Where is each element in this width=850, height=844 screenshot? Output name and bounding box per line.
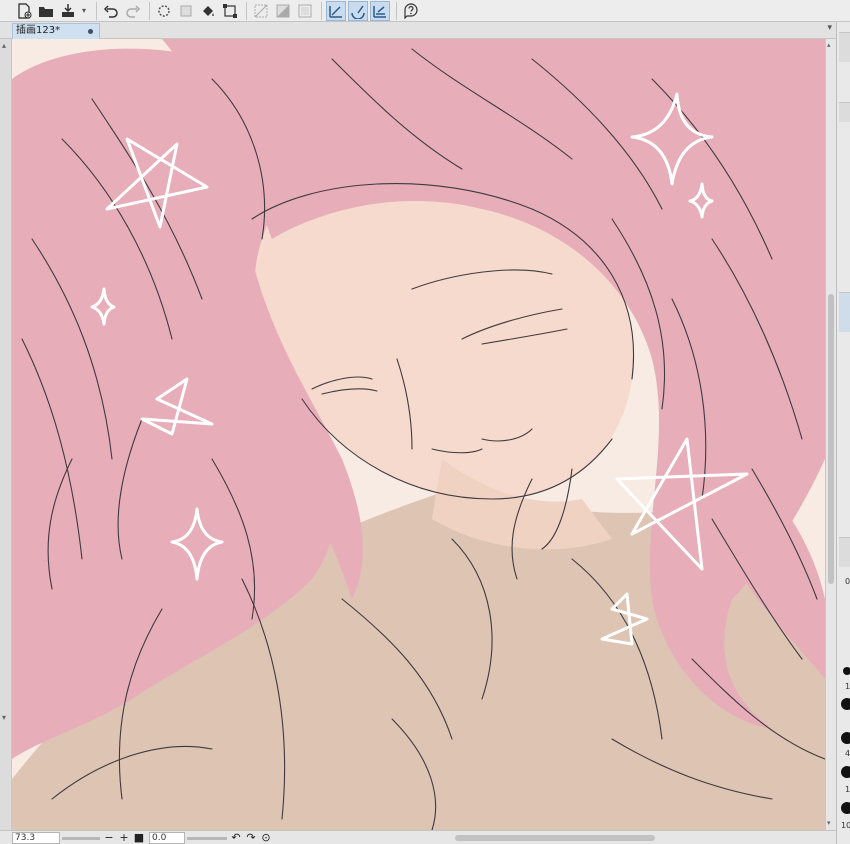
artwork: [12, 39, 825, 830]
ruler-snap-button[interactable]: [326, 0, 346, 21]
fill-button[interactable]: [198, 1, 218, 21]
command-bar: ▾: [0, 0, 850, 22]
canvas-status-bar: 73.3 − + ■ 0.0 ↶ ↷ ⊙: [0, 830, 836, 844]
fill-icon: [203, 5, 214, 16]
document-tab[interactable]: 插画123*: [12, 23, 100, 39]
zoom-slider[interactable]: [62, 833, 100, 843]
brush-size-label: 4: [845, 749, 850, 758]
clear-selection-icon: [158, 4, 170, 17]
transform-button[interactable]: [220, 1, 240, 21]
special-ruler-snap-button[interactable]: [348, 0, 368, 21]
horizontal-scrollbar[interactable]: [295, 833, 825, 843]
rotation-angle-field[interactable]: 0.0: [149, 831, 185, 844]
scroll-up-arrow-icon[interactable]: ▴: [827, 41, 831, 49]
invert-selection-icon: [298, 4, 312, 17]
redo-icon: [126, 4, 141, 18]
grid-snap-icon: [373, 5, 386, 18]
help-button[interactable]: [401, 1, 421, 21]
grid-snap-button[interactable]: [370, 0, 390, 21]
brush-size-dot[interactable]: [841, 698, 850, 710]
brush-size-dot[interactable]: [843, 667, 850, 675]
redo-button[interactable]: [123, 1, 143, 21]
hide-selection-icon: [254, 4, 268, 17]
panel-tab[interactable]: [839, 537, 850, 567]
vertical-scroll-thumb[interactable]: [828, 294, 834, 584]
save-menu-chevron-down-icon[interactable]: ▾: [80, 1, 88, 21]
panel-tab[interactable]: [839, 32, 850, 62]
scroll-up-arrow-icon[interactable]: ▴: [2, 41, 6, 50]
new-file-button[interactable]: [14, 1, 34, 21]
zoom-out-button[interactable]: −: [103, 831, 115, 844]
brush-size-dot[interactable]: [841, 802, 850, 814]
crop-button[interactable]: [176, 1, 196, 21]
save-icon: [62, 3, 74, 17]
brush-size-dot[interactable]: [841, 732, 850, 744]
drawing-canvas[interactable]: [12, 39, 825, 830]
tab-menu-chevron-down-icon[interactable]: ▾: [827, 23, 832, 33]
zoom-level-field[interactable]: 73.3: [12, 831, 60, 844]
select-all-icon: [276, 4, 290, 17]
select-all-button[interactable]: [273, 1, 293, 21]
undo-button[interactable]: [101, 1, 121, 21]
open-folder-icon: [39, 6, 53, 17]
toolbar-divider: [246, 1, 247, 20]
hide-selection-button[interactable]: [251, 1, 271, 21]
invert-selection-button[interactable]: [295, 1, 315, 21]
left-gutter: ▴ ▾: [0, 39, 12, 830]
horizontal-scroll-thumb[interactable]: [455, 835, 655, 841]
open-button[interactable]: [36, 1, 56, 21]
reset-rotation-icon[interactable]: ⊙: [260, 831, 272, 844]
clip-studio-window: ▾ 插画123* ▾ ▴ ▾ ▴ ▾ 0 1 4 1 1 73.3 − + ■ …: [0, 0, 850, 844]
special-ruler-snap-icon: [351, 5, 365, 19]
unsaved-dot-icon: [88, 29, 93, 34]
scroll-down-arrow-icon[interactable]: ▾: [2, 713, 6, 722]
document-tab-title: 插画123*: [16, 25, 61, 36]
ruler-snap-icon: [329, 5, 342, 18]
transform-icon: [223, 3, 237, 18]
brush-size-label: 0: [845, 577, 850, 586]
toolbar-divider: [321, 1, 322, 20]
panel-tab[interactable]: [839, 102, 850, 122]
help-icon: [404, 2, 418, 19]
brush-size-label: 1: [845, 682, 850, 691]
brush-size-label: 1: [845, 785, 850, 794]
right-dock-panel: 0 1 4 1 10: [836, 22, 850, 844]
rotation-slider[interactable]: [187, 833, 227, 843]
brush-size-label: 10: [841, 821, 850, 830]
rotate-right-icon[interactable]: ↷: [245, 831, 257, 844]
crop-icon: [180, 5, 192, 16]
toolbar-divider: [149, 1, 150, 20]
zoom-in-button[interactable]: +: [118, 831, 130, 844]
undo-icon: [103, 4, 118, 18]
new-file-icon: [18, 2, 32, 19]
scroll-down-arrow-icon[interactable]: ▾: [827, 819, 831, 827]
clear-selection-button[interactable]: [154, 1, 174, 21]
fit-to-window-icon[interactable]: ■: [133, 831, 145, 844]
vertical-scrollbar[interactable]: ▴ ▾: [825, 39, 836, 830]
rotate-left-icon[interactable]: ↶: [230, 831, 242, 844]
panel-tab[interactable]: [839, 292, 850, 332]
toolbar-divider: [96, 1, 97, 20]
document-tab-bar: 插画123* ▾: [0, 22, 836, 39]
brush-size-dot[interactable]: [841, 766, 850, 778]
toolbar-divider: [396, 1, 397, 20]
save-button[interactable]: [58, 1, 78, 21]
